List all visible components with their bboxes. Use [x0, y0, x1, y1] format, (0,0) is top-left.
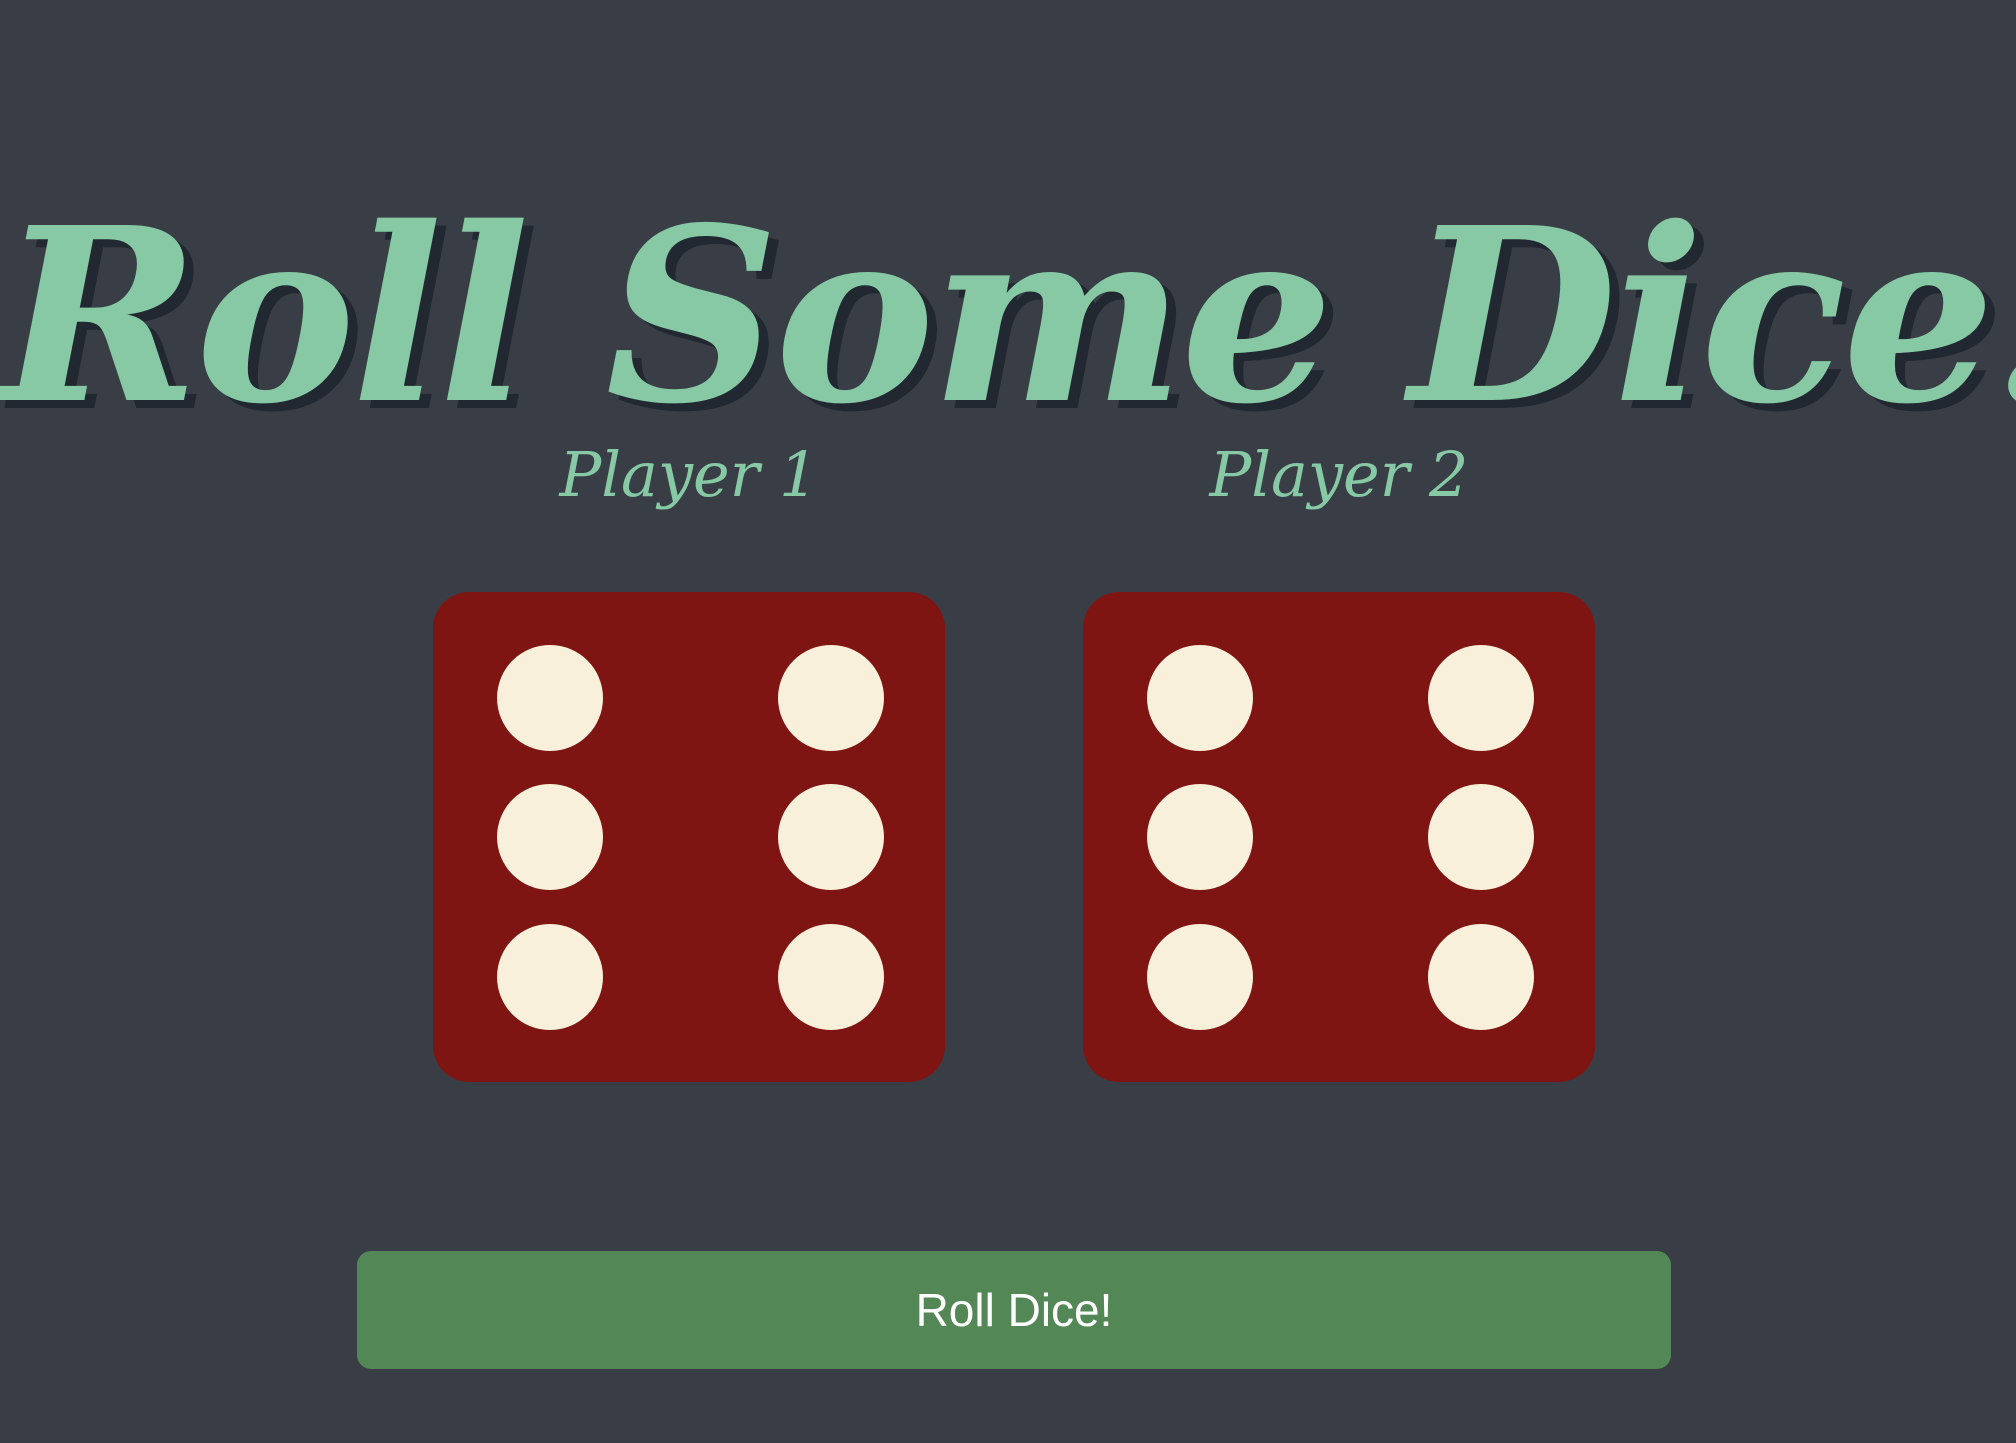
player-1-die — [433, 592, 945, 1082]
player-2-label: Player 2 — [1209, 438, 1469, 511]
die-pip — [778, 924, 884, 1030]
die-pip — [778, 645, 884, 751]
die-pip — [778, 784, 884, 890]
die-pip — [1428, 784, 1534, 890]
die-pip — [1428, 645, 1534, 751]
die-pip — [1147, 924, 1253, 1030]
player-2-die — [1083, 592, 1595, 1082]
player-1-label: Player 1 — [559, 438, 819, 511]
die-pip — [1428, 924, 1534, 1030]
die-pip — [497, 645, 603, 751]
die-pip — [497, 924, 603, 1030]
die-pip — [1147, 645, 1253, 751]
page-title: Roll Some Dice! — [0, 174, 2016, 457]
die-pip — [1147, 784, 1253, 890]
roll-dice-button[interactable]: Roll Dice! — [357, 1251, 1671, 1369]
die-pip — [497, 784, 603, 890]
